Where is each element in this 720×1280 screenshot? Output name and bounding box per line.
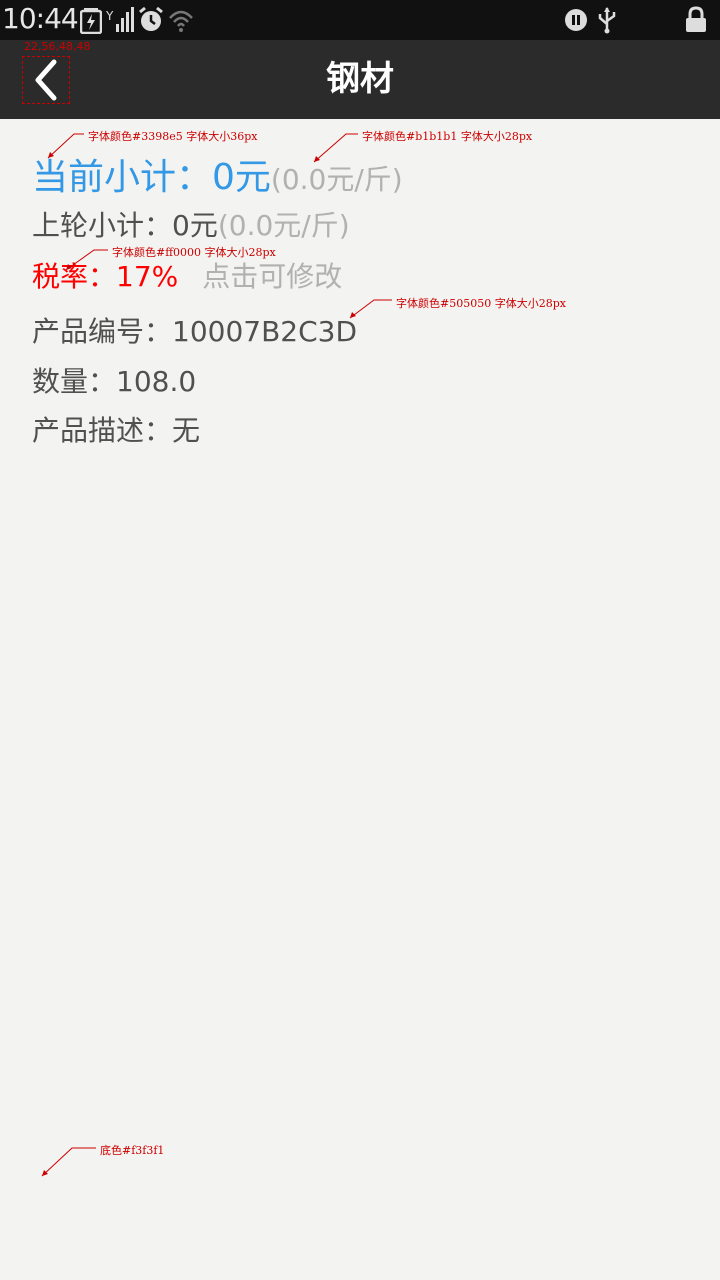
annotation-arrows <box>41 133 392 1177</box>
